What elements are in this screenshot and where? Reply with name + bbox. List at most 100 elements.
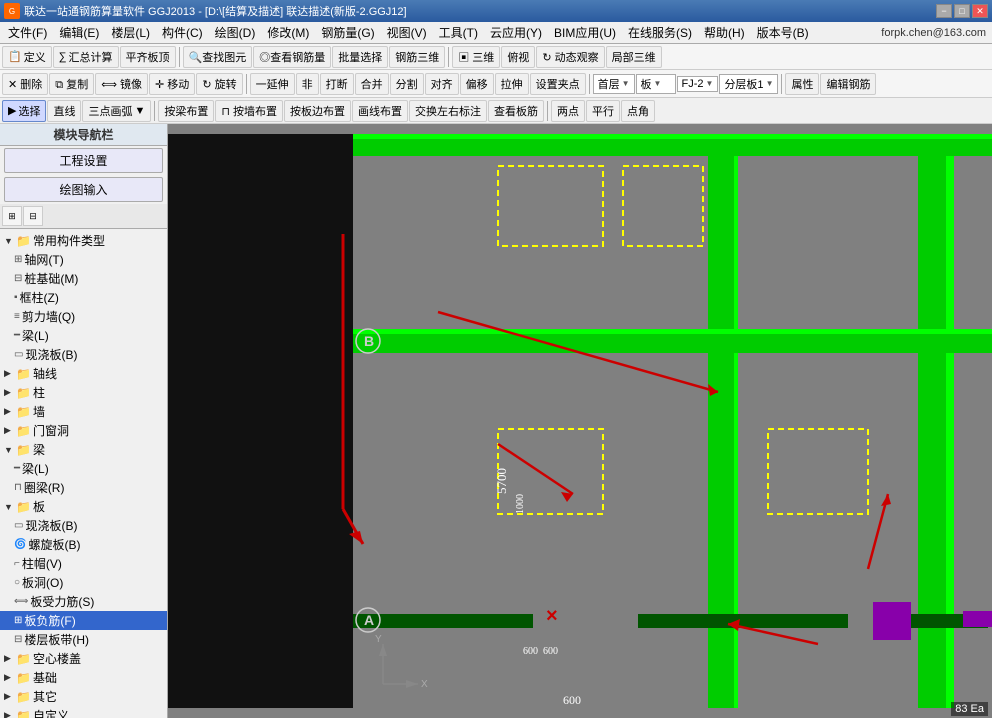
- tree-other[interactable]: ▶ 📁 其它: [0, 687, 167, 706]
- menu-cloud[interactable]: 云应用(Y): [484, 22, 548, 43]
- menu-edit[interactable]: 编辑(E): [53, 22, 105, 43]
- tree-wall[interactable]: ▶ 📁 墙: [0, 402, 167, 421]
- expand-icon: ▼: [4, 236, 14, 246]
- swap-annotation-button[interactable]: 交换左右标注: [409, 100, 487, 122]
- select-button[interactable]: ▶ 选择: [2, 100, 46, 122]
- close-button[interactable]: ✕: [972, 4, 988, 18]
- tree-grid[interactable]: ⊞ 轴网(T): [0, 250, 167, 269]
- define-button[interactable]: 📋 定义: [2, 46, 52, 68]
- line-button[interactable]: 直线: [47, 100, 81, 122]
- property-button[interactable]: 属性: [785, 73, 819, 95]
- by-slab-edge-button[interactable]: 按板边布置: [284, 100, 351, 122]
- point-angle-button[interactable]: 点角: [621, 100, 655, 122]
- align-button[interactable]: 对齐: [425, 73, 459, 95]
- merge-button[interactable]: 合并: [355, 73, 389, 95]
- menu-floor[interactable]: 楼层(L): [105, 22, 156, 43]
- svg-text:5700: 5700: [494, 468, 509, 494]
- tree-slabhole[interactable]: ○ 板洞(O): [0, 573, 167, 592]
- parallel-button[interactable]: 平行: [586, 100, 620, 122]
- local-3d-button[interactable]: 局部三维: [606, 46, 662, 68]
- tree-castslab[interactable]: ▭ 现浇板(B): [0, 345, 167, 364]
- by-wall-button[interactable]: ⊓ 按墙布置: [215, 100, 283, 122]
- level-top-button[interactable]: 平齐板顶: [120, 46, 176, 68]
- menu-component[interactable]: 构件(C): [156, 22, 209, 43]
- tree-beam-l[interactable]: ━ 梁(L): [0, 459, 167, 478]
- dynamic-observe-button[interactable]: ↻ 动态观察: [536, 46, 604, 68]
- menu-modify[interactable]: 修改(M): [261, 22, 315, 43]
- set-grip-button[interactable]: 设置夹点: [530, 73, 586, 95]
- sum-calculate-button[interactable]: ∑ 汇总计算: [53, 46, 119, 68]
- stretch-button[interactable]: 拉伸: [495, 73, 529, 95]
- sidebar-icon-1[interactable]: ⊞: [2, 206, 22, 226]
- edit-rebar-button[interactable]: 编辑钢筋: [820, 73, 876, 95]
- break-button[interactable]: 打断: [320, 73, 354, 95]
- tree-column2[interactable]: ▶ 📁 柱: [0, 383, 167, 402]
- menu-view[interactable]: 视图(V): [381, 22, 433, 43]
- rotate-button[interactable]: ↻ 旋转: [196, 73, 242, 95]
- tree-castslab2[interactable]: ▭ 现浇板(B): [0, 516, 167, 535]
- arc-button[interactable]: 三点画弧 ▼: [82, 100, 151, 122]
- menu-tools[interactable]: 工具(T): [433, 22, 484, 43]
- by-beam-button[interactable]: 按梁布置: [158, 100, 214, 122]
- component-dropdown[interactable]: FJ-2 ▼: [677, 76, 719, 92]
- menu-version[interactable]: 版本号(B): [751, 22, 815, 43]
- menu-online[interactable]: 在线服务(S): [622, 22, 698, 43]
- sidebar-header: 模块导航栏: [0, 124, 167, 146]
- maximize-button[interactable]: □: [954, 4, 970, 18]
- menu-file[interactable]: 文件(F): [2, 22, 53, 43]
- mirror-button[interactable]: ⟺ 镜像: [95, 73, 148, 95]
- not-button[interactable]: 非: [296, 73, 319, 95]
- minimize-button[interactable]: −: [936, 4, 952, 18]
- batch-select-button[interactable]: 批量选择: [332, 46, 388, 68]
- main-area: 模块导航栏 工程设置 绘图输入 ⊞ ⊟ ▼ 📁 常用构件类型 ⊞ 轴网(T) ⊟…: [0, 124, 992, 718]
- define-icon: 📋: [8, 50, 22, 63]
- tree-beam2[interactable]: ▼ 📁 梁: [0, 440, 167, 459]
- tree-slab[interactable]: ▼ 📁 板: [0, 497, 167, 516]
- sublayer-dropdown[interactable]: 分层板1 ▼: [719, 74, 778, 94]
- menu-rebar-qty[interactable]: 钢筋量(G): [315, 22, 380, 43]
- tree-spiralslab[interactable]: 🌀 螺旋板(B): [0, 535, 167, 554]
- copy-button[interactable]: ⧉ 复制: [49, 73, 94, 95]
- layer-dropdown[interactable]: 板 ▼: [636, 74, 676, 94]
- tree-shearwall[interactable]: ≡ 剪力墙(Q): [0, 307, 167, 326]
- tree-column[interactable]: ▪ 框柱(Z): [0, 288, 167, 307]
- svg-text:600: 600: [563, 693, 581, 707]
- rebar-3d-button[interactable]: 钢筋三维: [389, 46, 445, 68]
- 3d-button[interactable]: ▣ 三维: [452, 46, 500, 68]
- move-button[interactable]: ✛ 移动: [149, 73, 195, 95]
- tree-pile-foundation[interactable]: ⊟ 桩基础(M): [0, 269, 167, 288]
- tree-doorwindow[interactable]: ▶ 📁 门窗洞: [0, 421, 167, 440]
- menu-bim[interactable]: BIM应用(U): [548, 22, 622, 43]
- tree-common-types[interactable]: ▼ 📁 常用构件类型: [0, 231, 167, 250]
- delete-button[interactable]: ✕ 删除: [2, 73, 48, 95]
- chevron-down-icon3: ▼: [706, 79, 714, 88]
- view-rebar-qty-button[interactable]: ◎查看钢筋量: [253, 46, 331, 68]
- top-view-button[interactable]: 俯视: [501, 46, 535, 68]
- tree-slabrebar[interactable]: ⊞ 板负筋(F): [0, 611, 167, 630]
- tree-slabforce[interactable]: ⟺ 板受力筋(S): [0, 592, 167, 611]
- split-button[interactable]: 分割: [390, 73, 424, 95]
- draw-input-button[interactable]: 绘图输入: [4, 177, 163, 202]
- canvas-area[interactable]: × 5700 600 600 1000 600 B A: [168, 124, 992, 718]
- window-controls[interactable]: − □ ✕: [936, 4, 988, 18]
- view-slab-rebar-button[interactable]: 查看板筋: [488, 100, 544, 122]
- expand-icon9: ▶: [4, 672, 14, 683]
- menu-draw[interactable]: 绘图(D): [209, 22, 262, 43]
- floor-dropdown[interactable]: 首层 ▼: [593, 74, 635, 94]
- menu-help[interactable]: 帮助(H): [698, 22, 751, 43]
- offset-button[interactable]: 偏移: [460, 73, 494, 95]
- project-settings-button[interactable]: 工程设置: [4, 148, 163, 173]
- tree-hollowcap[interactable]: ▶ 📁 空心楼盖: [0, 649, 167, 668]
- tree-rimbeam[interactable]: ⊓ 圈梁(R): [0, 478, 167, 497]
- find-element-button[interactable]: 🔍查找图元: [183, 46, 253, 68]
- tree-custom[interactable]: ▶ 📁 自定义: [0, 706, 167, 718]
- tree-foundation[interactable]: ▶ 📁 基础: [0, 668, 167, 687]
- tree-axis[interactable]: ▶ 📁 轴线: [0, 364, 167, 383]
- by-line-button[interactable]: 画线布置: [352, 100, 408, 122]
- extend-button[interactable]: 一延伸: [250, 73, 295, 95]
- sidebar-icon-2[interactable]: ⊟: [23, 206, 43, 226]
- tree-floorband[interactable]: ⊟ 楼层板带(H): [0, 630, 167, 649]
- tree-beam[interactable]: ━ 梁(L): [0, 326, 167, 345]
- two-point-button[interactable]: 两点: [551, 100, 585, 122]
- tree-postcap[interactable]: ⌐ 柱帽(V): [0, 554, 167, 573]
